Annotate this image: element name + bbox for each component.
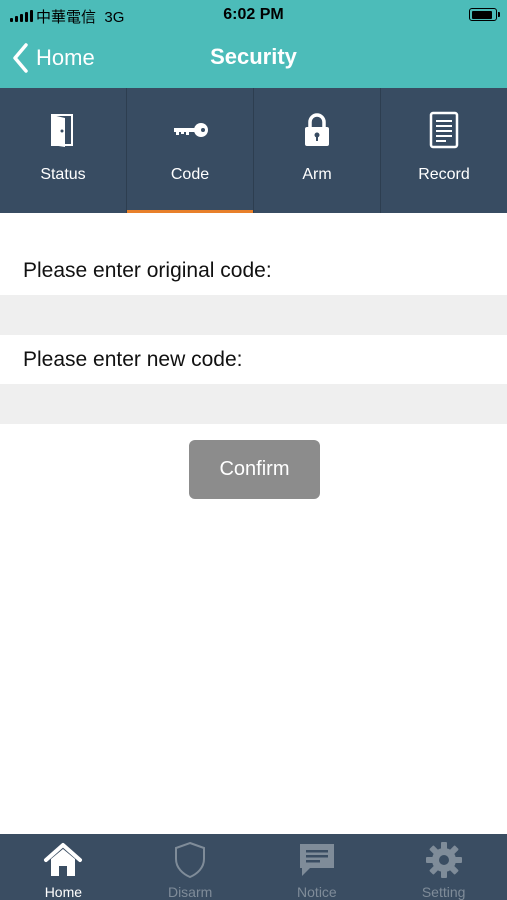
tab-label: Record	[418, 166, 470, 183]
original-code-input[interactable]	[0, 295, 507, 335]
shield-icon	[168, 840, 212, 880]
header-bar: 中華電信 3G 6:02 PM Home Security	[0, 0, 507, 88]
lock-icon	[297, 110, 337, 150]
bottom-nav: Home Disarm Notice Setting	[0, 834, 507, 900]
back-label: Home	[36, 45, 95, 70]
tab-label: Status	[40, 166, 86, 183]
status-time: 6:02 PM	[223, 6, 284, 23]
chevron-left-icon	[13, 43, 28, 73]
back-button[interactable]: Home	[10, 40, 95, 76]
security-tab-bar: Status Code Arm Record	[0, 88, 507, 213]
bottom-nav-home[interactable]: Home	[0, 834, 127, 900]
new-code-input[interactable]	[0, 384, 507, 424]
tab-label: Arm	[302, 166, 332, 183]
bottom-nav-notice[interactable]: Notice	[254, 834, 381, 900]
key-icon	[170, 110, 210, 150]
confirm-button[interactable]: Confirm	[189, 440, 320, 499]
chat-icon	[295, 840, 339, 880]
home-icon	[41, 840, 85, 880]
document-icon	[424, 110, 464, 150]
original-code-label: Please enter original code:	[23, 259, 272, 282]
bottom-nav-label: Notice	[297, 884, 337, 900]
tab-code[interactable]: Code	[127, 88, 254, 213]
status-bar: 中華電信 3G 6:02 PM	[0, 0, 507, 30]
tab-record[interactable]: Record	[381, 88, 507, 213]
new-code-label: Please enter new code:	[23, 348, 243, 371]
bottom-nav-disarm[interactable]: Disarm	[127, 834, 254, 900]
bottom-nav-setting[interactable]: Setting	[380, 834, 507, 900]
bottom-nav-label: Setting	[421, 884, 466, 900]
gear-icon	[422, 840, 466, 880]
door-icon	[43, 110, 83, 150]
bottom-nav-label: Home	[44, 884, 83, 900]
tab-status[interactable]: Status	[0, 88, 127, 213]
tab-label: Code	[170, 166, 210, 183]
battery-icon	[469, 8, 500, 21]
bottom-nav-label: Disarm	[167, 884, 213, 900]
tab-arm[interactable]: Arm	[254, 88, 381, 213]
